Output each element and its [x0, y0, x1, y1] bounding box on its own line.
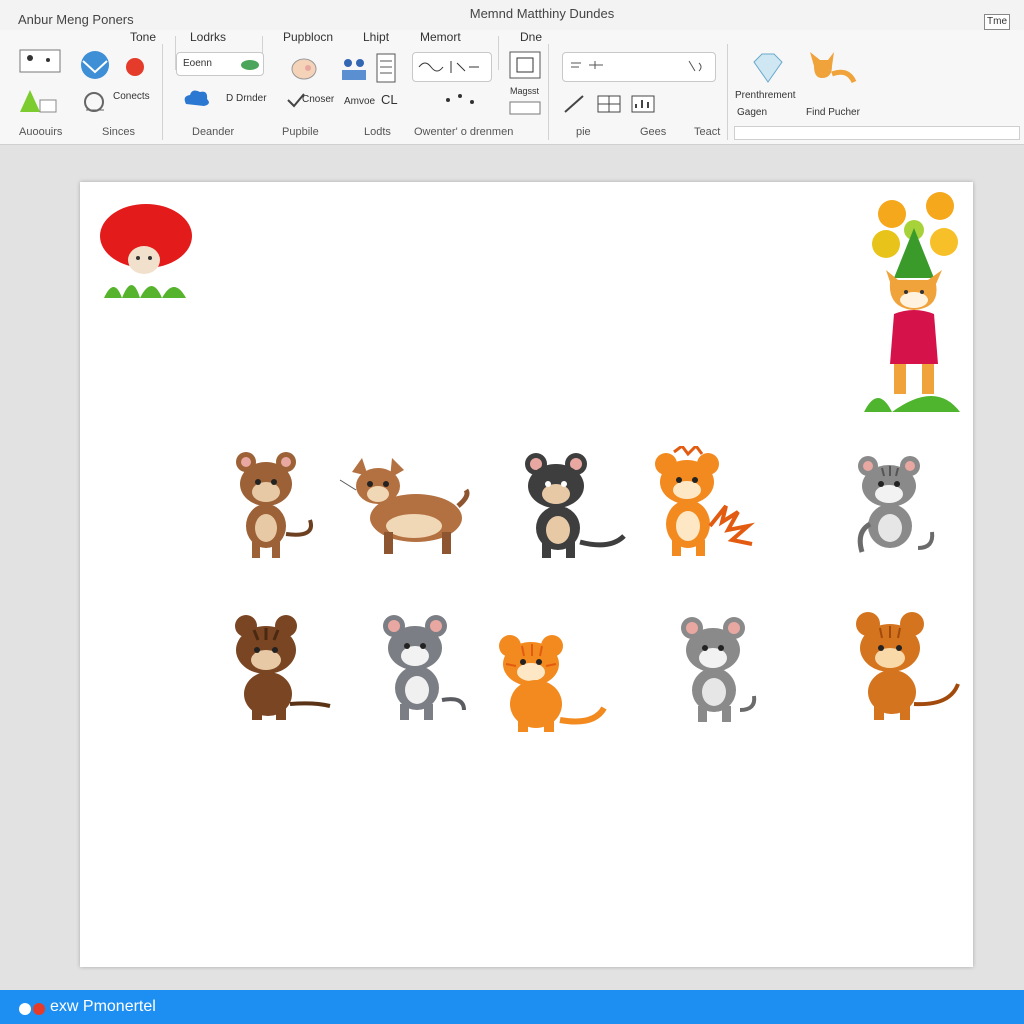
- orange-tiger-clipart[interactable]: [652, 446, 760, 562]
- fox-icon[interactable]: [804, 48, 858, 92]
- dots-icon[interactable]: [440, 90, 486, 110]
- document-icon[interactable]: [18, 48, 62, 76]
- tab-divider: [498, 36, 499, 70]
- title-bar: Anbur Meng Poners Memnd Matthiny Dundes …: [0, 0, 1024, 30]
- cloud-icon[interactable]: [180, 86, 212, 110]
- flower-fox-clipart[interactable]: [864, 188, 968, 412]
- table-icon[interactable]: [508, 100, 542, 116]
- find-pucher-label: Find Pucher: [806, 107, 860, 118]
- apple-icon[interactable]: [122, 54, 148, 78]
- list-document-icon[interactable]: [375, 52, 397, 84]
- search-input[interactable]: Eoenn: [183, 58, 212, 69]
- group-label-sinces: Sinces: [102, 126, 136, 138]
- pig-icon[interactable]: [288, 54, 320, 82]
- brown-mouse-clipart[interactable]: [230, 448, 322, 564]
- pencil-icon[interactable]: [563, 94, 589, 114]
- scribble-box[interactable]: [412, 52, 492, 82]
- grey-cat-clipart[interactable]: [854, 452, 946, 566]
- group-label-gees: Gees: [640, 126, 667, 138]
- group-divider: [727, 44, 728, 140]
- drunder-label: D Drnder: [226, 93, 267, 104]
- people-icon[interactable]: [338, 54, 370, 84]
- mushroom-clipart[interactable]: [96, 202, 200, 306]
- shapes-icon[interactable]: [16, 86, 60, 114]
- time-button[interactable]: Tme: [984, 14, 1010, 30]
- grey-mouse-clipart-2[interactable]: [678, 614, 766, 724]
- globe-icon[interactable]: [78, 50, 112, 80]
- diamond-icon[interactable]: [748, 50, 788, 86]
- chart-icon[interactable]: [630, 94, 656, 114]
- amvoe-label: Amvoe: [344, 96, 376, 107]
- orange-bear-clipart[interactable]: [854, 610, 966, 724]
- brown-bear-clipart[interactable]: [230, 612, 334, 724]
- group-label-teact: Teact: [694, 126, 721, 138]
- group-divider: [548, 44, 549, 140]
- tab-pupblocn[interactable]: Pupblocn: [283, 30, 333, 44]
- grid-icon[interactable]: [596, 94, 622, 114]
- search-box[interactable]: Eoenn: [176, 52, 264, 76]
- link-icon[interactable]: [80, 90, 110, 114]
- document-page[interactable]: [80, 182, 973, 967]
- style-box[interactable]: [562, 52, 716, 82]
- frame-icon[interactable]: [508, 50, 542, 80]
- group-label-lodts: Lodts: [364, 126, 391, 138]
- group-divider: [162, 44, 163, 140]
- grey-mouse-clipart[interactable]: [380, 612, 470, 722]
- cl-label: CL: [381, 92, 398, 107]
- scribble-icon: [418, 61, 479, 73]
- magsst-label: Magsst: [510, 86, 540, 96]
- orange-cat-clipart[interactable]: [496, 634, 612, 734]
- tab-dne[interactable]: Dne: [520, 30, 542, 44]
- brown-dog-clipart[interactable]: [338, 452, 472, 562]
- gagen-label: Gagen: [737, 107, 768, 118]
- tab-tone[interactable]: Tone: [130, 30, 156, 44]
- conects-label: Conects: [113, 91, 150, 102]
- cnoser-label: Cnoser: [302, 94, 335, 105]
- document-title: Memnd Matthiny Dundes: [469, 6, 615, 21]
- group-label-auoouirs: Auoouirs: [19, 126, 63, 138]
- bowl-icon: [241, 60, 259, 70]
- tab-lhipt[interactable]: Lhipt: [363, 30, 389, 44]
- prenthrement-label: Prenthrement: [735, 90, 796, 101]
- group-label-pie: pie: [576, 126, 591, 138]
- style-glyphs-icon: [571, 60, 702, 72]
- status-text: exw Pmonertel: [50, 998, 156, 1015]
- group-label-deander: Deander: [192, 126, 235, 138]
- app-logo-icon[interactable]: [18, 1000, 48, 1018]
- ribbon: Tone Lodrks Pupblocn Lhipt Memort Dne Co…: [0, 30, 1024, 145]
- ruler[interactable]: [734, 126, 1020, 140]
- black-cat-clipart[interactable]: [520, 450, 630, 562]
- group-label-pupbile: Pupbile: [282, 126, 319, 138]
- tab-lodrks[interactable]: Lodrks: [190, 30, 226, 44]
- tab-memort[interactable]: Memort: [420, 30, 461, 44]
- group-label-owenter: Owenter' o drenmen: [414, 126, 514, 138]
